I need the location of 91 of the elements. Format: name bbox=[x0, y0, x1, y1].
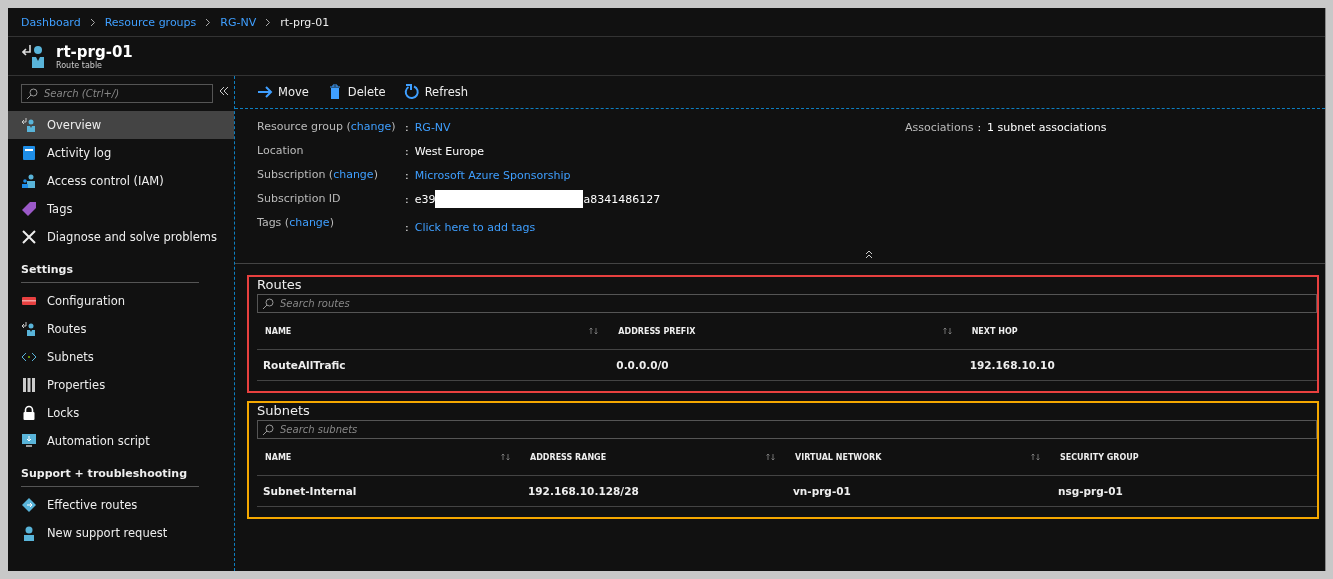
change-link[interactable]: change bbox=[333, 168, 374, 181]
property-link[interactable]: Click here to add tags bbox=[414, 220, 536, 234]
collapse-icon[interactable] bbox=[865, 250, 873, 259]
diamond-icon bbox=[21, 497, 37, 513]
sidebar-item[interactable]: Subnets bbox=[8, 343, 234, 371]
toolbar-button[interactable]: Refresh bbox=[403, 82, 469, 102]
sort-icon[interactable] bbox=[766, 453, 775, 461]
column-header[interactable]: ADDRESS RANGE bbox=[522, 439, 787, 476]
tools-icon bbox=[21, 229, 37, 245]
tag-icon bbox=[21, 201, 37, 217]
property-value: e39 bbox=[414, 192, 436, 206]
sort-icon[interactable] bbox=[1031, 453, 1040, 461]
column-header[interactable]: NEXT HOP bbox=[963, 313, 1317, 350]
sidebar-item[interactable]: Tags bbox=[8, 195, 234, 223]
page-subtitle: Route table bbox=[56, 60, 104, 70]
sidebar-item[interactable]: Access control (IAM) bbox=[8, 167, 234, 195]
sidebar-item[interactable]: Automation script bbox=[8, 427, 234, 455]
colon: : bbox=[977, 120, 982, 134]
refresh-icon bbox=[403, 84, 420, 100]
property-link[interactable]: RG-NV bbox=[414, 120, 451, 134]
change-link[interactable]: change bbox=[289, 216, 330, 229]
colon: : bbox=[405, 192, 409, 206]
search-icon bbox=[262, 298, 274, 310]
section-title: Routes bbox=[257, 277, 303, 292]
monitor-icon bbox=[21, 433, 37, 449]
search-field[interactable]: Search (Ctrl+/) bbox=[21, 84, 213, 103]
arrow-icon bbox=[257, 84, 273, 100]
property-label: Tags (change) bbox=[257, 215, 335, 231]
toolbar-button[interactable]: Delete bbox=[326, 82, 386, 102]
colon: : bbox=[405, 220, 409, 234]
colon: : bbox=[405, 144, 409, 158]
search-icon bbox=[26, 88, 38, 100]
property-label: Resource group (change) bbox=[257, 119, 397, 135]
column-header[interactable]: NAME bbox=[257, 313, 611, 350]
sidebar-item[interactable]: Routes bbox=[8, 315, 234, 343]
change-link[interactable]: change bbox=[350, 120, 392, 133]
sort-icon[interactable] bbox=[501, 453, 510, 461]
sidebar-item[interactable]: Activity log bbox=[8, 139, 234, 167]
section-heading: Settings bbox=[21, 263, 199, 283]
sidebar-item[interactable]: Properties bbox=[8, 371, 234, 399]
table-cell: 192.168.10.10 bbox=[963, 350, 1317, 381]
sort-icon[interactable] bbox=[942, 327, 952, 335]
sidebar-item[interactable]: Effective routes bbox=[8, 491, 234, 519]
bars-icon bbox=[21, 377, 37, 393]
property-value: 1 subnet associations bbox=[987, 120, 1107, 134]
property-label: Subscription ID bbox=[257, 191, 342, 207]
toolbar-button[interactable]: Move bbox=[257, 82, 309, 102]
breadcrumb-link[interactable]: RG-NV bbox=[220, 15, 257, 29]
colon: : bbox=[405, 120, 409, 134]
sort-icon[interactable] bbox=[589, 327, 599, 335]
column-header[interactable]: ADDRESS PREFIX bbox=[610, 313, 964, 350]
sidebar-item[interactable]: Locks bbox=[8, 399, 234, 427]
lock-icon bbox=[21, 405, 37, 421]
table-cell: RouteAllTrafic bbox=[257, 350, 611, 381]
property-label: Associations bbox=[905, 120, 974, 134]
colon: : bbox=[405, 168, 409, 182]
property-label: Location bbox=[257, 143, 305, 159]
sidebar-item[interactable]: Configuration bbox=[8, 287, 234, 315]
property-value: a8341486127 bbox=[583, 192, 661, 206]
table-cell: nsg-prg-01 bbox=[1052, 476, 1317, 507]
chevron-icon bbox=[205, 17, 212, 27]
people-icon bbox=[21, 173, 37, 189]
table-cell: 192.168.10.128/28 bbox=[522, 476, 787, 507]
collapse-icon[interactable] bbox=[219, 86, 229, 96]
property-label: Subscription (change) bbox=[257, 167, 379, 183]
route-table-icon bbox=[21, 321, 37, 337]
breadcrumb-link[interactable]: rt-prg-01 bbox=[280, 15, 330, 29]
sidebar-item[interactable]: New support request bbox=[8, 519, 234, 547]
breadcrumb-link[interactable]: Dashboard bbox=[21, 15, 81, 29]
search-icon bbox=[262, 424, 274, 436]
property-value: West Europe bbox=[414, 144, 484, 158]
table-cell: 0.0.0.0/0 bbox=[610, 350, 964, 381]
column-header[interactable]: NAME bbox=[257, 439, 522, 476]
page-title: rt-prg-01 bbox=[56, 42, 133, 61]
sidebar-item[interactable]: Diagnose and solve problems bbox=[8, 223, 234, 251]
chevron-icon bbox=[89, 17, 96, 27]
section-heading: Support + troubleshooting bbox=[21, 467, 199, 487]
column-header[interactable]: VIRTUAL NETWORK bbox=[787, 439, 1052, 476]
person-icon bbox=[21, 525, 37, 541]
sidebar-item[interactable]: Overview bbox=[8, 111, 234, 139]
section-title: Subnets bbox=[257, 403, 311, 418]
table-cell: vn-prg-01 bbox=[787, 476, 1052, 507]
search-field[interactable]: Search routes bbox=[257, 294, 1317, 313]
column-header[interactable]: SECURITY GROUP bbox=[1052, 439, 1317, 476]
route-table-icon bbox=[21, 117, 37, 133]
property-link[interactable]: Microsoft Azure Sponsorship bbox=[414, 168, 571, 182]
table-cell: Subnet-Internal bbox=[257, 476, 522, 507]
chevron-icon bbox=[265, 17, 272, 27]
log-icon bbox=[21, 145, 37, 161]
search-field[interactable]: Search subnets bbox=[257, 420, 1317, 439]
breadcrumb-link[interactable]: Resource groups bbox=[104, 15, 197, 29]
